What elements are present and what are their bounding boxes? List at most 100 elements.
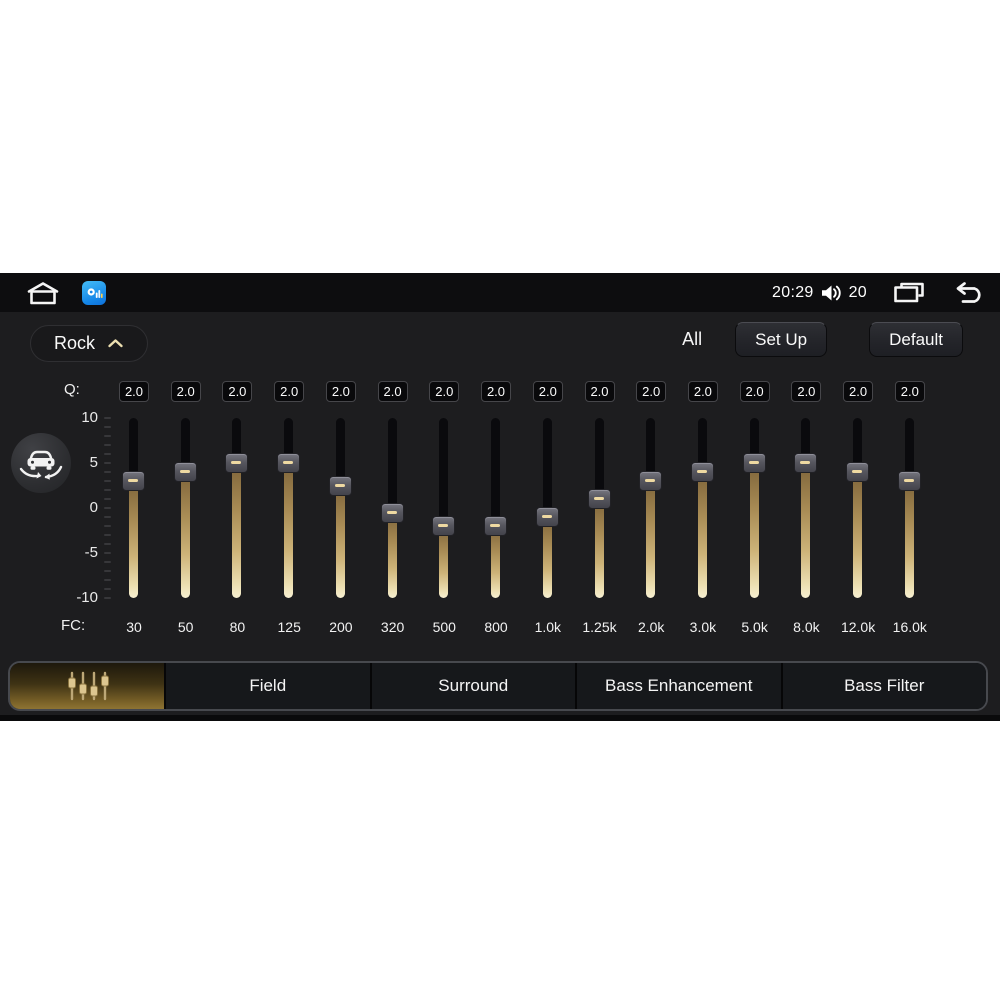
q-value-box[interactable]: 2.0 — [222, 381, 253, 402]
slider-track[interactable] — [335, 418, 345, 598]
slider-handle[interactable] — [484, 516, 507, 536]
q-value-box[interactable]: 2.0 — [274, 381, 305, 402]
tab-equalizer-active[interactable] — [10, 663, 164, 709]
bottom-strip — [0, 715, 1000, 721]
slider-fill — [646, 481, 656, 598]
slider-fill — [387, 512, 397, 598]
slider-track[interactable] — [853, 418, 863, 598]
q-value-box[interactable]: 2.0 — [636, 381, 667, 402]
slider-handle[interactable] — [639, 471, 663, 491]
slider-track[interactable] — [749, 418, 759, 598]
volume-level: 20 — [848, 283, 867, 301]
eq-band-column: 2.0 1.0k — [522, 381, 574, 635]
set-up-button[interactable]: Set Up — [735, 322, 828, 357]
eq-band-column: 2.0 200 — [315, 381, 367, 635]
axis-label-neg10: -10 — [76, 589, 98, 606]
q-value-box[interactable]: 2.0 — [532, 381, 563, 402]
tab-surround[interactable]: Surround — [369, 663, 575, 709]
slider-fill — [801, 463, 811, 598]
q-value-box[interactable]: 2.0 — [739, 381, 770, 402]
eq-band-column: 2.0 3.0k — [677, 381, 729, 635]
axis-label-0: 0 — [89, 499, 98, 516]
q-value-box[interactable]: 2.0 — [584, 381, 615, 402]
home-icon[interactable] — [26, 281, 60, 305]
tab-bass-filter-label: Bass Filter — [844, 676, 925, 695]
q-value-box[interactable]: 2.0 — [429, 381, 460, 402]
status-bar: 20:29 20 — [0, 273, 1000, 312]
eq-band-column: 2.0 800 — [470, 381, 522, 635]
slider-track[interactable] — [697, 418, 707, 598]
tab-field[interactable]: Field — [164, 663, 370, 709]
eq-band-column: 2.0 12.0k — [832, 381, 884, 635]
clock: 20:29 — [772, 283, 814, 301]
slider-track[interactable] — [801, 418, 811, 598]
slider-handle[interactable] — [277, 453, 301, 473]
slider-track[interactable] — [284, 418, 294, 598]
back-icon[interactable] — [951, 281, 984, 304]
tab-bass-filter[interactable]: Bass Filter — [780, 663, 986, 709]
eq-band-column: 2.0 2.0k — [625, 381, 677, 635]
tab-bass-enhancement-label: Bass Enhancement — [605, 676, 753, 695]
eq-band-column: 2.0 16.0k — [884, 381, 936, 635]
equalizer-app: 20:29 20 Rock All Set Up Default Q: FC: … — [0, 273, 1000, 721]
eq-band-column: 2.0 320 — [367, 381, 419, 635]
recent-apps-icon[interactable] — [893, 282, 925, 304]
all-button[interactable]: All — [682, 329, 702, 350]
tab-field-label: Field — [249, 676, 287, 695]
slider-track[interactable] — [491, 418, 500, 598]
slider-fill — [180, 472, 190, 598]
slider-fill — [542, 517, 552, 598]
slider-track[interactable] — [129, 418, 138, 598]
q-value-box[interactable]: 2.0 — [843, 381, 874, 402]
equalizer-app-icon[interactable] — [82, 280, 106, 305]
slider-fill — [697, 472, 707, 598]
slider-handle[interactable] — [587, 489, 611, 509]
slider-fill — [284, 463, 294, 598]
speaker-icon[interactable] — [821, 284, 842, 302]
axis-label-10: 10 — [81, 409, 98, 426]
eq-band-column: 2.0 125 — [263, 381, 315, 635]
slider-fill — [594, 499, 604, 598]
eq-band-column: 2.0 1.25k — [574, 381, 626, 635]
slider-handle[interactable] — [432, 516, 456, 536]
q-row-label: Q: — [64, 381, 80, 398]
slider-fill — [335, 485, 345, 598]
q-value-box[interactable]: 2.0 — [325, 381, 356, 402]
eq-band-column: 2.0 50 — [160, 381, 212, 635]
q-value-box[interactable]: 2.0 — [687, 381, 718, 402]
q-value-box[interactable]: 2.0 — [481, 381, 511, 402]
car-audio-position-button[interactable] — [11, 433, 71, 493]
q-value-box[interactable]: 2.0 — [791, 381, 822, 402]
q-value-box[interactable]: 2.0 — [170, 381, 201, 402]
slider-track[interactable] — [904, 418, 914, 598]
eq-band-column: 2.0 500 — [418, 381, 470, 635]
slider-handle[interactable] — [173, 462, 197, 482]
bottom-tab-bar: Field Surround Bass Enhancement Bass Fil… — [8, 661, 988, 711]
slider-handle[interactable] — [225, 453, 249, 473]
q-value-box[interactable]: 2.0 — [377, 381, 408, 402]
tab-surround-label: Surround — [438, 676, 509, 695]
slider-handle[interactable] — [328, 475, 352, 496]
slider-handle[interactable] — [897, 471, 921, 491]
tab-bass-enhancement[interactable]: Bass Enhancement — [575, 663, 781, 709]
slider-handle[interactable] — [690, 462, 714, 482]
slider-handle[interactable] — [742, 453, 766, 473]
chevron-up-icon — [107, 338, 124, 349]
q-value-box[interactable]: 2.0 — [894, 381, 925, 402]
slider-track[interactable] — [232, 418, 242, 598]
equalizer-sliders-icon — [64, 670, 110, 702]
preset-dropdown[interactable]: Rock — [30, 325, 148, 362]
q-value-box[interactable]: 2.0 — [119, 381, 149, 402]
eq-band-column: 2.0 80 — [211, 381, 263, 635]
eq-band-column: 2.0 5.0k — [729, 381, 781, 635]
eq-band-column: 2.0 8.0k — [780, 381, 832, 635]
slider-handle[interactable] — [380, 502, 404, 523]
slider-handle[interactable] — [535, 507, 559, 527]
slider-track[interactable] — [646, 418, 656, 598]
slider-track[interactable] — [439, 418, 449, 598]
slider-handle[interactable] — [794, 453, 818, 473]
slider-handle[interactable] — [122, 471, 145, 491]
slider-track[interactable] — [180, 418, 190, 598]
slider-handle[interactable] — [846, 462, 870, 482]
default-button[interactable]: Default — [869, 322, 963, 357]
